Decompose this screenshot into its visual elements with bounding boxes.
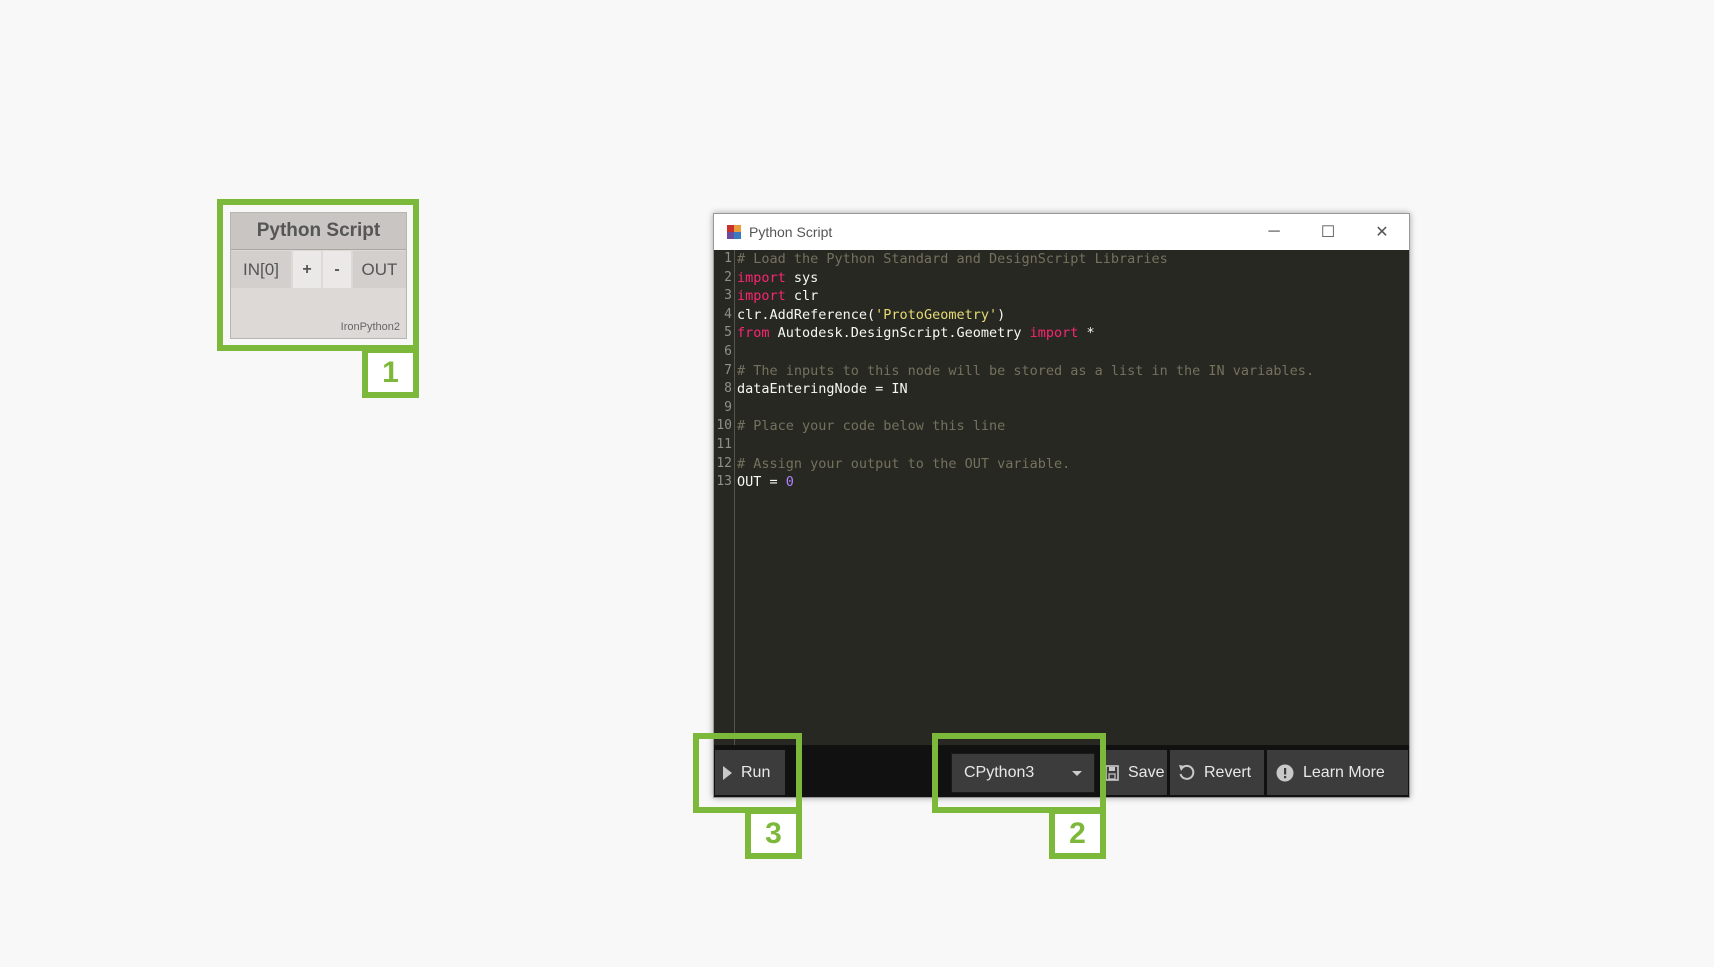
code-text: OUT = bbox=[737, 474, 786, 491]
code-line-1: # Load the Python Standard and DesignScr… bbox=[737, 250, 1409, 269]
keyword: from bbox=[737, 325, 770, 342]
code-line-5: from Autodesk.DesignScript.Geometry impo… bbox=[737, 324, 1409, 343]
code-line-7: # The inputs to this node will be stored… bbox=[737, 362, 1409, 381]
line-number: 2 bbox=[724, 269, 732, 285]
output-port[interactable]: OUT bbox=[353, 251, 406, 288]
close-icon[interactable]: ✕ bbox=[1355, 214, 1409, 250]
minimize-icon[interactable]: ─ bbox=[1247, 214, 1301, 250]
line-number: 6 bbox=[724, 343, 732, 359]
add-input-button[interactable]: + bbox=[293, 251, 321, 288]
remove-input-button[interactable]: - bbox=[323, 251, 351, 288]
line-number: 1 bbox=[724, 251, 732, 266]
line-number-gutter: 1 2 3 4 5 6 7 8 9 10 11 12 13 bbox=[714, 250, 735, 760]
callout-frame-2 bbox=[932, 733, 1106, 813]
revert-label: Revert bbox=[1204, 763, 1252, 781]
save-icon bbox=[1105, 764, 1119, 781]
input-port[interactable]: IN[0] bbox=[231, 251, 291, 288]
line-number: 10 bbox=[716, 418, 732, 434]
window-title: Python Script bbox=[749, 224, 833, 240]
code-text: clr.AddReference( bbox=[737, 306, 876, 323]
comment: # Assign your output to the OUT variable… bbox=[737, 455, 1071, 472]
title-bar[interactable]: Python Script ─ ☐ ✕ bbox=[714, 214, 1409, 250]
code-line-3: import clr bbox=[737, 287, 1409, 306]
string-literal: 'ProtoGeometry' bbox=[875, 306, 998, 323]
code-text: dataEnteringNode = IN bbox=[737, 381, 908, 398]
number-literal: 0 bbox=[785, 474, 794, 491]
learn-more-label: Learn More bbox=[1303, 763, 1385, 781]
code-line-8: dataEnteringNode = IN bbox=[737, 380, 1409, 399]
comment: # Load the Python Standard and DesignScr… bbox=[737, 251, 1168, 267]
code-text: clr bbox=[785, 288, 819, 305]
line-number: 8 bbox=[724, 381, 732, 397]
save-label: Save bbox=[1128, 763, 1165, 781]
code-line-2: import sys bbox=[737, 269, 1409, 288]
code-line-13: OUT = 0 bbox=[737, 473, 1409, 492]
info-icon bbox=[1276, 764, 1294, 782]
maximize-icon[interactable]: ☐ bbox=[1301, 214, 1355, 250]
code-text: ) bbox=[997, 306, 1006, 323]
node-title: Python Script bbox=[231, 213, 406, 250]
code-line-12: # Assign your output to the OUT variable… bbox=[737, 455, 1409, 474]
save-button[interactable]: Save bbox=[1101, 750, 1167, 795]
code-text: Autodesk.DesignScript.Geometry bbox=[769, 325, 1030, 342]
revert-icon bbox=[1178, 764, 1195, 781]
line-number: 4 bbox=[724, 306, 732, 322]
keyword: import bbox=[737, 288, 786, 305]
keyword: import bbox=[1029, 325, 1079, 342]
callout-badge-2: 2 bbox=[1049, 808, 1106, 859]
comment: # The inputs to this node will be stored… bbox=[737, 362, 1315, 379]
callout-frame-3 bbox=[693, 733, 802, 813]
code-text: * bbox=[1078, 325, 1095, 342]
app-icon bbox=[727, 225, 741, 239]
callout-badge-3: 3 bbox=[745, 808, 802, 859]
line-number: 7 bbox=[724, 362, 732, 378]
python-script-node[interactable]: Python Script IN[0] + - OUT IronPython2 bbox=[230, 212, 407, 339]
keyword: import bbox=[737, 269, 786, 286]
comment: # Place your code below this line bbox=[737, 418, 1006, 435]
line-number: 9 bbox=[724, 399, 732, 415]
line-number: 5 bbox=[724, 325, 732, 341]
line-number: 13 bbox=[716, 474, 732, 490]
callout-badge-1: 1 bbox=[362, 347, 419, 398]
line-number: 3 bbox=[724, 288, 732, 304]
revert-button[interactable]: Revert bbox=[1170, 750, 1264, 795]
code-line-10: # Place your code below this line bbox=[737, 417, 1409, 436]
line-number: 12 bbox=[716, 455, 732, 471]
node-engine-label: IronPython2 bbox=[340, 321, 400, 333]
code-text: sys bbox=[785, 269, 819, 286]
learn-more-button[interactable]: Learn More bbox=[1267, 750, 1408, 795]
python-script-editor-window: Python Script ─ ☐ ✕ 1 2 3 4 5 6 7 8 9 10… bbox=[713, 213, 1410, 798]
line-number: 11 bbox=[716, 436, 732, 452]
code-editor[interactable]: 1 2 3 4 5 6 7 8 9 10 11 12 13 # Load the… bbox=[714, 250, 1409, 760]
code-line-4: clr.AddReference('ProtoGeometry') bbox=[737, 306, 1409, 325]
code-lines: # Load the Python Standard and DesignScr… bbox=[737, 250, 1409, 492]
